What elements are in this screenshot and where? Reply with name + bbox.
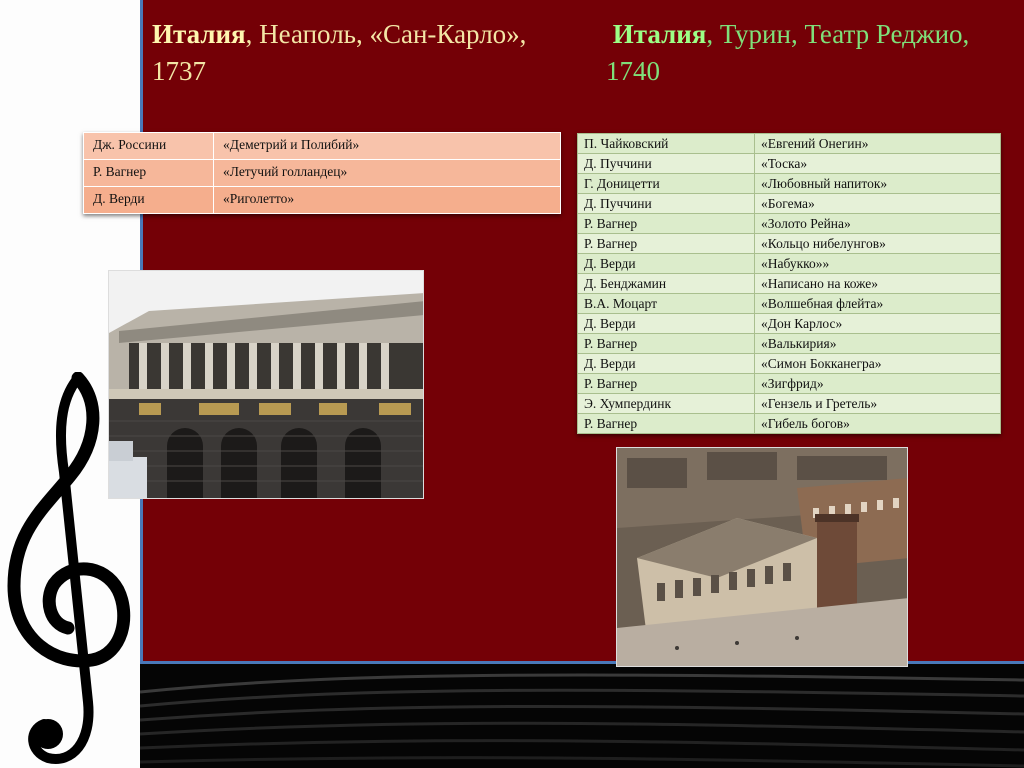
composer-cell: Д. Верди <box>83 186 214 214</box>
heading-turin-country: Италия <box>612 19 707 49</box>
table-naples-repertoire: Дж. Россини «Деметрий и Полибий» Р. Вагн… <box>83 132 561 214</box>
composer-cell: П. Чайковский <box>577 133 755 154</box>
table-row: Р. Вагнер «Летучий голландец» <box>83 159 561 187</box>
table-row: П. Чайковский «Евгений Онегин» <box>577 133 1001 154</box>
wave-lines-decor <box>140 673 1024 768</box>
table-row: Р. Вагнер «Золото Рейна» <box>577 213 1001 234</box>
composer-cell: Д. Пуччини <box>577 193 755 214</box>
composer-cell: Р. Вагнер <box>577 333 755 354</box>
opera-cell: «Богема» <box>754 193 1001 214</box>
opera-cell: «Валькирия» <box>754 333 1001 354</box>
table-row: Д. Верди «Набукко»» <box>577 253 1001 274</box>
opera-cell: «Зигфрид» <box>754 373 1001 394</box>
composer-cell: Д. Верди <box>577 253 755 274</box>
table-row: Д. Пуччини «Богема» <box>577 193 1001 214</box>
photo-teatro-regio-turin <box>616 447 908 667</box>
table-row: Д. Верди «Симон Бокканегра» <box>577 353 1001 374</box>
composer-cell: Р. Вагнер <box>577 373 755 394</box>
opera-cell: «Симон Бокканегра» <box>754 353 1001 374</box>
composer-cell: Э. Хумпердинк <box>577 393 755 414</box>
composer-cell: Д. Верди <box>577 313 755 334</box>
opera-cell: «Набукко»» <box>754 253 1001 274</box>
table-row: Г. Доницетти «Любовный напиток» <box>577 173 1001 194</box>
opera-cell: «Кольцо нибелунгов» <box>754 233 1001 254</box>
opera-cell: «Деметрий и Полибий» <box>213 132 561 160</box>
opera-cell: «Летучий голландец» <box>213 159 561 187</box>
composer-cell: В.А. Моцарт <box>577 293 755 314</box>
heading-naples-country: Италия <box>152 19 246 49</box>
table-row: Р. Вагнер «Гибель богов» <box>577 413 1001 434</box>
opera-cell: «Гензель и Гретель» <box>754 393 1001 414</box>
table-row: Э. Хумпердинк «Гензель и Гретель» <box>577 393 1001 414</box>
table-row: Д. Пуччини «Тоска» <box>577 153 1001 174</box>
opera-cell: «Тоска» <box>754 153 1001 174</box>
bottom-decor-band <box>140 662 1024 768</box>
composer-cell: Р. Вагнер <box>577 213 755 234</box>
composer-cell: Г. Доницетти <box>577 173 755 194</box>
table-row: Д. Верди «Риголетто» <box>83 186 561 214</box>
opera-cell: «Риголетто» <box>213 186 561 214</box>
composer-cell: Д. Пуччини <box>577 153 755 174</box>
opera-cell: «Написано на коже» <box>754 273 1001 294</box>
composer-cell: Д. Бенджамин <box>577 273 755 294</box>
opera-cell: «Золото Рейна» <box>754 213 1001 234</box>
table-row: Д. Верди «Дон Карлос» <box>577 313 1001 334</box>
heading-naples: Италия, Неаполь, «Сан-Карло», 1737 <box>152 16 532 90</box>
table-row: В.А. Моцарт «Волшебная флейта» <box>577 293 1001 314</box>
heading-turin: Италия, Турин, Театр Реджио, 1740 <box>606 16 986 90</box>
table-row: Дж. Россини «Деметрий и Полибий» <box>83 132 561 160</box>
composer-cell: Дж. Россини <box>83 132 214 160</box>
table-row: Д. Бенджамин «Написано на коже» <box>577 273 1001 294</box>
composer-cell: Р. Вагнер <box>577 413 755 434</box>
opera-cell: «Любовный напиток» <box>754 173 1001 194</box>
opera-cell: «Гибель богов» <box>754 413 1001 434</box>
photo-san-carlo-theatre <box>108 270 424 499</box>
opera-cell: «Евгений Онегин» <box>754 133 1001 154</box>
table-row: Р. Вагнер «Валькирия» <box>577 333 1001 354</box>
table-turin-repertoire: П. Чайковский «Евгений Онегин» Д. Пуччини… <box>577 133 1001 434</box>
opera-cell: «Дон Карлос» <box>754 313 1001 334</box>
composer-cell: Р. Вагнер <box>577 233 755 254</box>
composer-cell: Д. Верди <box>577 353 755 374</box>
composer-cell: Р. Вагнер <box>83 159 214 187</box>
table-row: Р. Вагнер «Зигфрид» <box>577 373 1001 394</box>
opera-cell: «Волшебная флейта» <box>754 293 1001 314</box>
table-row: Р. Вагнер «Кольцо нибелунгов» <box>577 233 1001 254</box>
